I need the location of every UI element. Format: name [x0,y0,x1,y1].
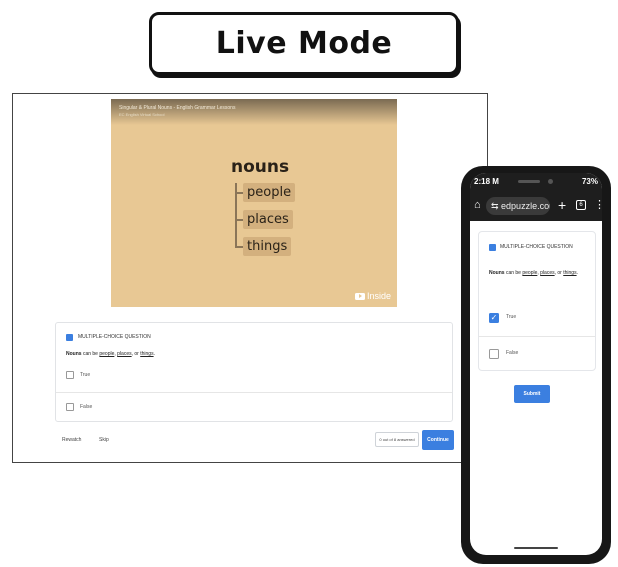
option-true[interactable]: True [56,361,452,391]
question-text-people: people [522,270,538,276]
question-text-bold: Nouns [489,270,505,276]
mobile-option-true-label: True [506,314,517,320]
option-false-label: False [80,404,93,410]
play-logo-icon [354,292,365,300]
question-text-part: , or [554,270,564,276]
question-text-things: things [563,270,577,276]
status-bar: 2:18 M 73% [470,173,602,191]
browser-toolbar: ⌂ ⇆ edpuzzle.com/ + 6 ⋮ [470,191,602,221]
option-false-checkbox[interactable] [66,403,74,411]
question-text-things: things [140,351,154,357]
continue-button[interactable]: Continue [422,430,454,450]
mobile-question-type-label: MULTIPLE-CHOICE QUESTION [500,244,573,250]
video-player[interactable]: Singular & Plural Nouns - English Gramma… [111,99,397,307]
watermark-label: Inside [366,291,391,301]
skip-link[interactable]: Skip [99,437,109,443]
mobile-option-false-checkbox[interactable] [489,349,499,359]
question-text-part: , or [131,351,141,357]
tree-branch [235,192,243,194]
video-title: Singular & Plural Nouns - English Gramma… [119,105,236,111]
video-item-people: people [243,183,296,202]
question-type-label: MULTIPLE-CHOICE QUESTION [78,334,151,340]
home-indicator[interactable] [514,547,558,549]
question-card: MULTIPLE-CHOICE QUESTION Nouns can be pe… [55,322,453,422]
question-type-icon [66,334,73,341]
camera-dot [548,179,553,184]
question-text-part: . [153,351,155,357]
mobile-question-text: Nouns can be people, places, or things. [489,270,578,276]
option-true-checkbox[interactable] [66,371,74,379]
question-text: Nouns can be people, places, or things. [66,351,155,357]
mobile-option-false[interactable]: False [479,336,595,370]
question-text-people: people [99,351,115,357]
address-bar[interactable]: ⇆ edpuzzle.com/ [486,197,550,215]
checkmark-icon[interactable]: ✓ [489,313,499,323]
tree-branch [235,246,243,248]
video-item-places: places [243,210,293,229]
video-item-things: things [243,237,292,256]
option-false[interactable]: False [56,392,452,422]
question-text-bold: Nouns [66,351,82,357]
banner-title: Live Mode [215,26,393,61]
video-heading: nouns [231,157,290,177]
question-text-places: places [540,270,555,276]
battery-level: 73% [581,177,598,186]
mobile-option-true[interactable]: ✓ True [479,301,595,335]
mobile-option-false-label: False [506,350,519,356]
question-text-places: places [117,351,132,357]
title-banner: Live Mode [149,12,459,75]
tree-branch [235,219,243,221]
desktop-window: Singular & Plural Nouns - English Gramma… [12,93,488,463]
video-channel: EC English Virtual School [119,112,165,117]
status-time: 2:18 M [474,177,499,186]
phone-screen: 2:18 M 73% ⌂ ⇆ edpuzzle.com/ + 6 ⋮ MULTI… [470,173,602,555]
home-icon[interactable]: ⌂ [474,200,481,211]
menu-icon[interactable]: ⋮ [594,198,602,212]
tabs-icon[interactable]: 6 [576,200,586,210]
mobile-question-card: MULTIPLE-CHOICE QUESTION Nouns can be pe… [478,231,596,371]
video-watermark: Inside [354,291,391,301]
camera-pill [518,180,540,183]
question-text-part: can be [504,270,523,276]
question-text-part: can be [81,351,100,357]
option-true-label: True [80,372,91,378]
answered-counter: 0 out of 8 answered [375,432,419,447]
question-text-part: . [576,270,578,276]
submit-button[interactable]: Submit [514,385,550,403]
new-tab-icon[interactable]: + [558,197,566,213]
question-type-icon [489,244,496,251]
phone-frame: 2:18 M 73% ⌂ ⇆ edpuzzle.com/ + 6 ⋮ MULTI… [461,166,611,564]
rewatch-link[interactable]: Rewatch [62,437,81,443]
